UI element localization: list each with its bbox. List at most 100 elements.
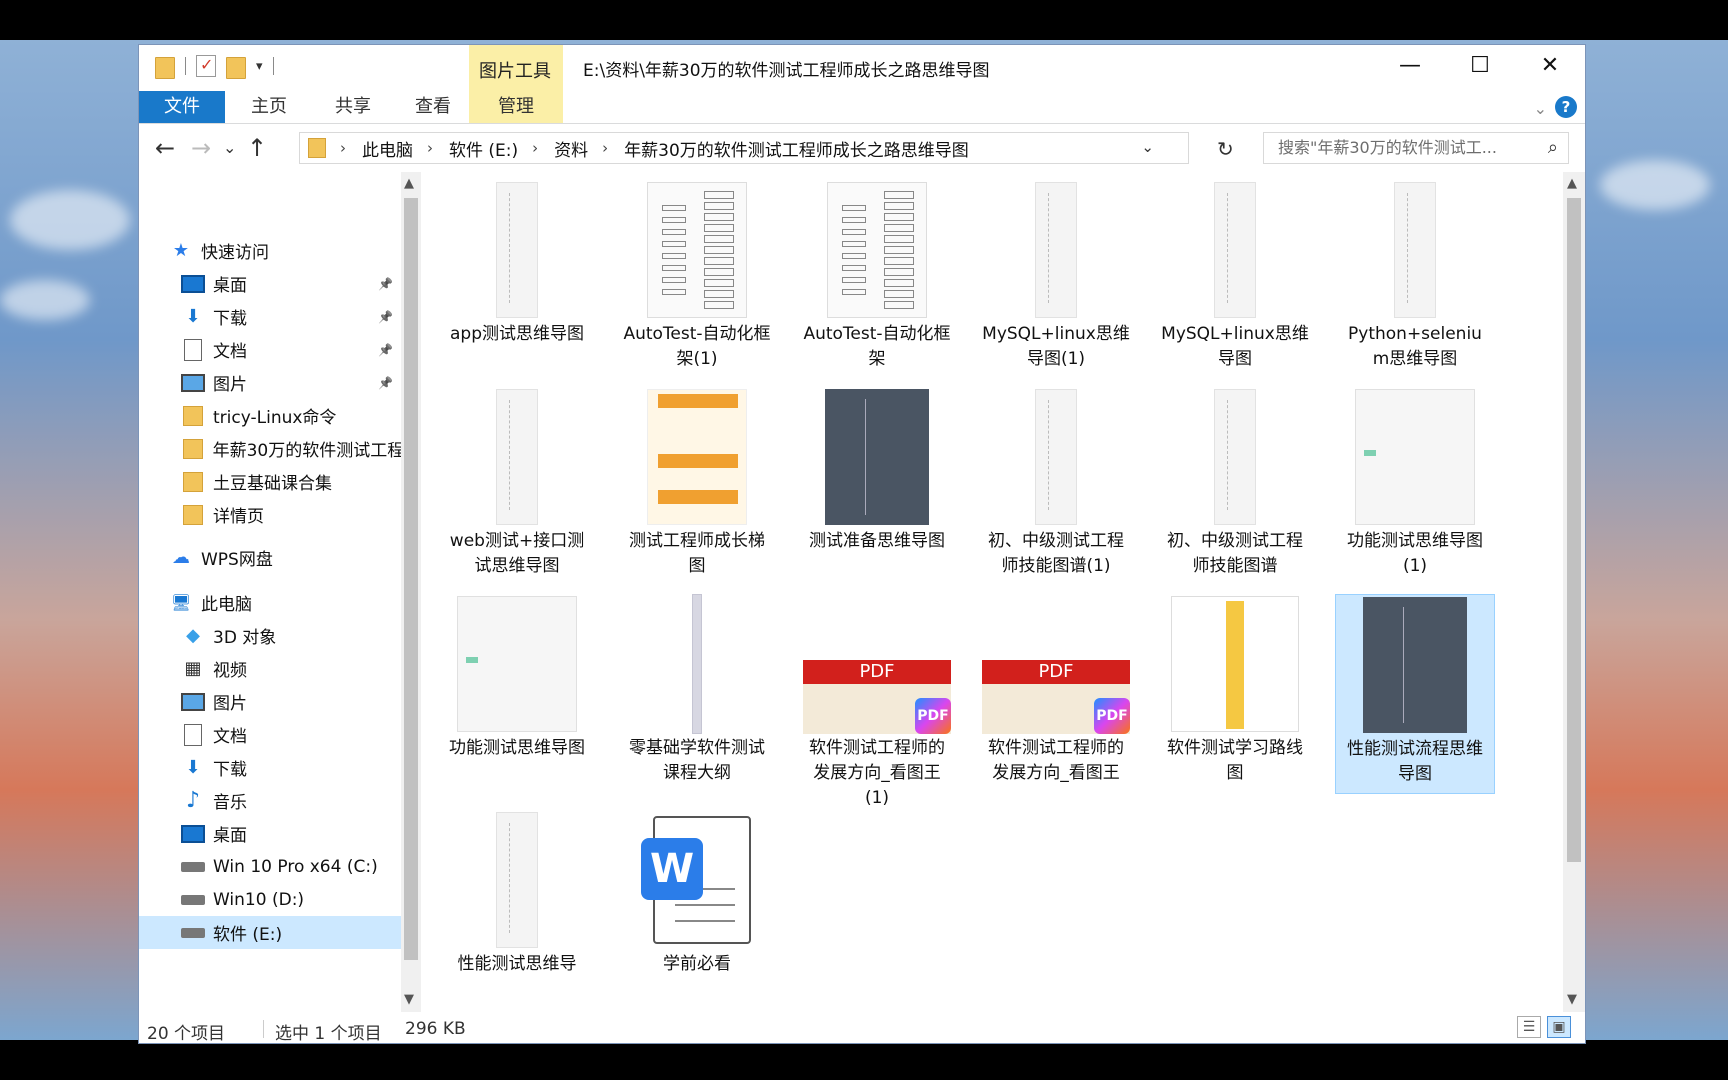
pin-icon[interactable]: 📌	[378, 343, 393, 357]
breadcrumb-current-folder[interactable]: 年薪30万的软件测试工程师成长之路思维导图	[624, 136, 969, 161]
sidebar-item[interactable]: 文档 📌	[139, 333, 401, 366]
scrollbar-thumb[interactable]	[1567, 198, 1581, 862]
ribbon-tabs: 文件 主页 共享 查看 管理	[139, 91, 1585, 291]
file-view-scrollbar[interactable]: ▲ ▼	[1563, 172, 1585, 1012]
file-item[interactable]: 初、中级测试工程师技能图谱(1)	[976, 387, 1136, 587]
sidebar-item[interactable]: ⬇ 下载	[139, 751, 401, 784]
file-name: app测试思维导图	[450, 324, 584, 344]
pin-icon[interactable]: 📌	[378, 277, 393, 291]
file-item[interactable]: PDF PDF 软件测试工程师的发展方向_看图王	[976, 594, 1136, 794]
tab-view[interactable]: 查看	[393, 91, 473, 123]
file-item[interactable]: 性能测试思维导	[437, 810, 597, 1010]
sidebar-item[interactable]: ⬇ 下载 📌	[139, 300, 401, 333]
sidebar-item[interactable]: ★ 快速访问	[139, 234, 401, 267]
maximize-button[interactable]: ☐	[1445, 45, 1515, 85]
up-button[interactable]: ↑	[247, 134, 267, 162]
sidebar-item[interactable]: 详情页	[139, 498, 401, 531]
sidebar-item[interactable]: 文档	[139, 718, 401, 751]
navigation-pane-scrollbar[interactable]: ▲ ▼	[401, 172, 421, 1012]
pin-icon[interactable]: 📌	[378, 310, 393, 324]
properties-icon[interactable]	[196, 55, 216, 77]
sidebar-item[interactable]: 🖥 此电脑	[139, 586, 401, 619]
forward-button[interactable]: →	[191, 134, 211, 162]
search-placeholder: 搜索"年薪30万的软件测试工...	[1278, 138, 1497, 157]
file-view: app测试思维导图 AutoTest-自动化框架(1) AutoTest-自动化框架…	[429, 172, 1561, 1012]
sidebar-item[interactable]: 年薪30万的软件测试工程	[139, 432, 401, 465]
scrollbar-thumb[interactable]	[404, 198, 418, 960]
item-count: 20 个项目	[147, 1024, 226, 1044]
file-item[interactable]: 零基础学软件测试课程大纲	[617, 594, 777, 794]
address-bar[interactable]: › 此电脑 › 软件 (E:) › 资料 › 年薪30万的软件测试工程师成长之路…	[299, 132, 1189, 164]
file-item[interactable]: W 学前必看	[617, 810, 777, 1010]
sidebar-item-label: WPS网盘	[201, 550, 273, 570]
chevron-right-icon[interactable]: ›	[340, 139, 346, 157]
tab-share[interactable]: 共享	[313, 91, 393, 123]
file-item[interactable]: app测试思维导图	[437, 180, 597, 380]
details-view-button[interactable]: ☰	[1517, 1016, 1541, 1038]
sidebar-item[interactable]: ▦ 视频	[139, 652, 401, 685]
file-item[interactable]: 功能测试思维导图(1)	[1335, 387, 1495, 587]
new-folder-icon[interactable]	[226, 55, 246, 79]
scroll-up-icon[interactable]: ▲	[404, 176, 414, 191]
file-name: 功能测试思维导图	[449, 738, 585, 758]
breadcrumb-drive-e[interactable]: 软件 (E:)	[449, 136, 518, 161]
chevron-right-icon[interactable]: ›	[532, 139, 538, 157]
file-item[interactable]: 测试工程师成长梯图	[617, 387, 777, 587]
address-dropdown-icon[interactable]: ⌄	[1141, 138, 1154, 156]
scroll-down-icon[interactable]: ▼	[1567, 992, 1577, 1007]
large-icons-view-button[interactable]: ▣	[1547, 1016, 1571, 1038]
close-button[interactable]: ✕	[1515, 45, 1585, 85]
file-item[interactable]: MySQL+linux思维导图	[1155, 180, 1315, 380]
file-item[interactable]: 软件测试学习路线图	[1155, 594, 1315, 794]
sidebar-item-label: 图片	[213, 694, 247, 714]
sidebar-item[interactable]: ◆ 3D 对象	[139, 619, 401, 652]
file-name: 性能测试流程思维导图	[1347, 739, 1483, 784]
help-icon[interactable]: ?	[1555, 96, 1577, 118]
file-item[interactable]: Python+selenium思维导图	[1335, 180, 1495, 380]
sidebar-item[interactable]: ☁ WPS网盘	[139, 541, 401, 574]
thumbnail-image	[1214, 182, 1256, 318]
sidebar-item[interactable]: Win 10 Pro x64 (C:)	[139, 850, 401, 883]
sidebar-item[interactable]: 软件 (E:)	[139, 916, 401, 949]
pin-icon[interactable]: 📌	[378, 376, 393, 390]
customize-toolbar-icon[interactable]: ▾	[256, 59, 263, 74]
back-button[interactable]: ←	[155, 134, 175, 162]
sidebar-item[interactable]: tricy-Linux命令	[139, 399, 401, 432]
file-item[interactable]: MySQL+linux思维导图(1)	[976, 180, 1136, 380]
search-icon[interactable]: ⌕	[1548, 133, 1558, 163]
file-item[interactable]: web测试+接口测试思维导图	[437, 387, 597, 587]
sidebar-item[interactable]: 土豆基础课合集	[139, 465, 401, 498]
tab-home[interactable]: 主页	[225, 91, 313, 123]
file-item[interactable]: 测试准备思维导图	[797, 387, 957, 587]
chevron-right-icon[interactable]: ›	[427, 139, 433, 157]
divider	[263, 1020, 264, 1038]
scroll-up-icon[interactable]: ▲	[1567, 176, 1577, 191]
thumbnail-image: PDF PDF	[803, 660, 951, 734]
file-item[interactable]: AutoTest-自动化框架	[797, 180, 957, 380]
scroll-down-icon[interactable]: ▼	[404, 992, 414, 1007]
recent-locations-button[interactable]: ⌄	[223, 138, 236, 157]
file-thumbnail	[1340, 180, 1490, 320]
expand-ribbon-icon[interactable]: ⌄	[1534, 99, 1547, 118]
sidebar-item[interactable]: 图片	[139, 685, 401, 718]
word-document-icon: W	[641, 812, 753, 948]
file-item[interactable]: PDF PDF 软件测试工程师的发展方向_看图王(1)	[797, 594, 957, 808]
breadcrumb-ziliao[interactable]: 资料	[554, 136, 588, 161]
sidebar-item[interactable]: ♪ 音乐	[139, 784, 401, 817]
refresh-button[interactable]: ↻	[1217, 137, 1234, 161]
breadcrumb-this-pc[interactable]: 此电脑	[362, 136, 413, 161]
sidebar-item[interactable]: 图片 📌	[139, 366, 401, 399]
pictures-icon	[181, 691, 205, 713]
sidebar-item[interactable]: 桌面	[139, 817, 401, 850]
file-item[interactable]: 功能测试思维导图	[437, 594, 597, 794]
file-item[interactable]: 初、中级测试工程师技能图谱	[1155, 387, 1315, 587]
tab-manage[interactable]: 管理	[469, 91, 563, 123]
window-title: E:\资料\年薪30万的软件测试工程师成长之路思维导图	[583, 61, 990, 81]
sidebar-item[interactable]: 桌面 📌	[139, 267, 401, 300]
search-input[interactable]: 搜索"年薪30万的软件测试工... ⌕	[1263, 132, 1569, 164]
file-item[interactable]: 性能测试流程思维导图	[1335, 594, 1495, 794]
sidebar-item[interactable]: Win10 (D:)	[139, 883, 401, 916]
chevron-right-icon[interactable]: ›	[602, 139, 608, 157]
file-item[interactable]: AutoTest-自动化框架(1)	[617, 180, 777, 380]
minimize-button[interactable]: —	[1375, 45, 1445, 85]
